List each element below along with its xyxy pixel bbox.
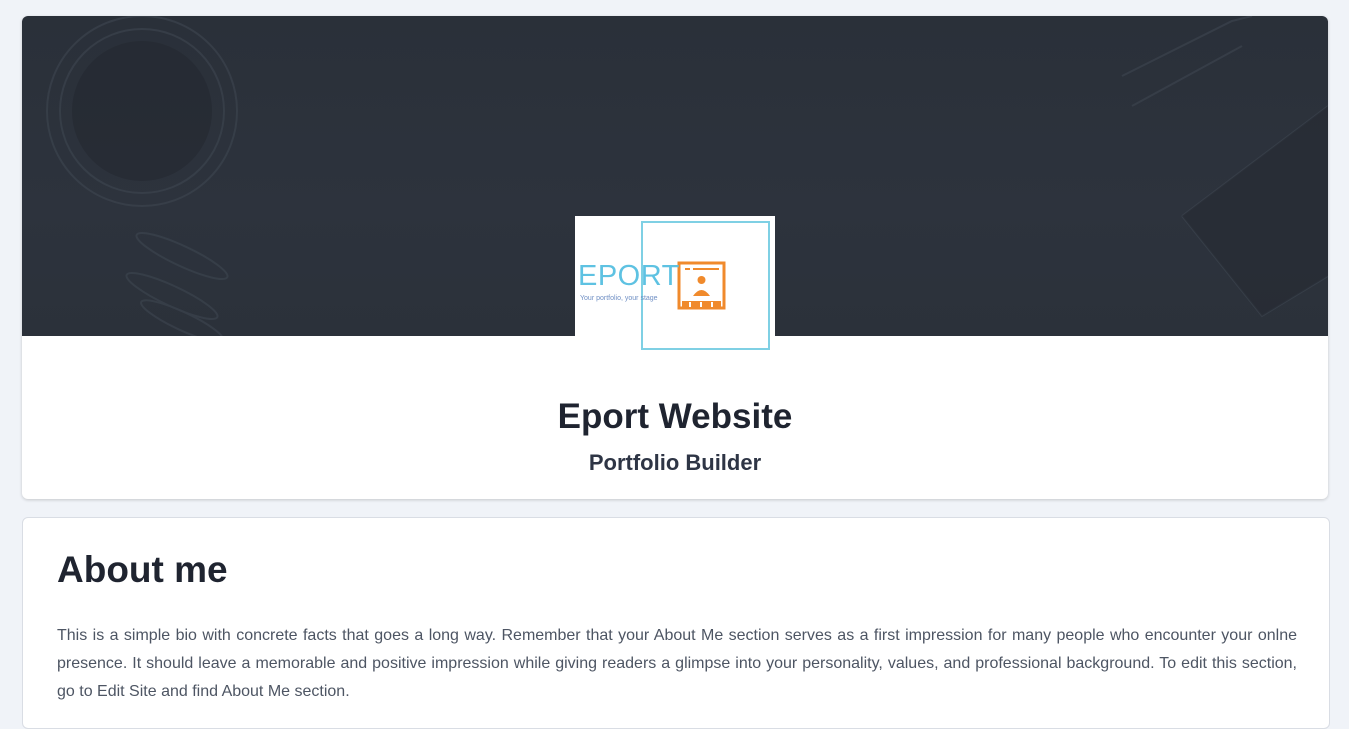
logo-tagline: Your portfolio, your stage xyxy=(580,295,658,302)
site-title: Eport Website xyxy=(557,397,793,436)
site-subtitle: Portfolio Builder xyxy=(588,450,762,475)
logo-wordmark: EPORT xyxy=(578,260,680,292)
profile-header-card: EPORT Your portfolio, your stage Eport W… xyxy=(22,16,1328,499)
site-logo: EPORT Your portfolio, your stage xyxy=(575,216,775,354)
about-heading: About me xyxy=(57,549,228,590)
about-body-text: This is a simple bio with concrete facts… xyxy=(57,627,1297,700)
about-me-card: About me This is a simple bio with concr… xyxy=(22,517,1330,729)
